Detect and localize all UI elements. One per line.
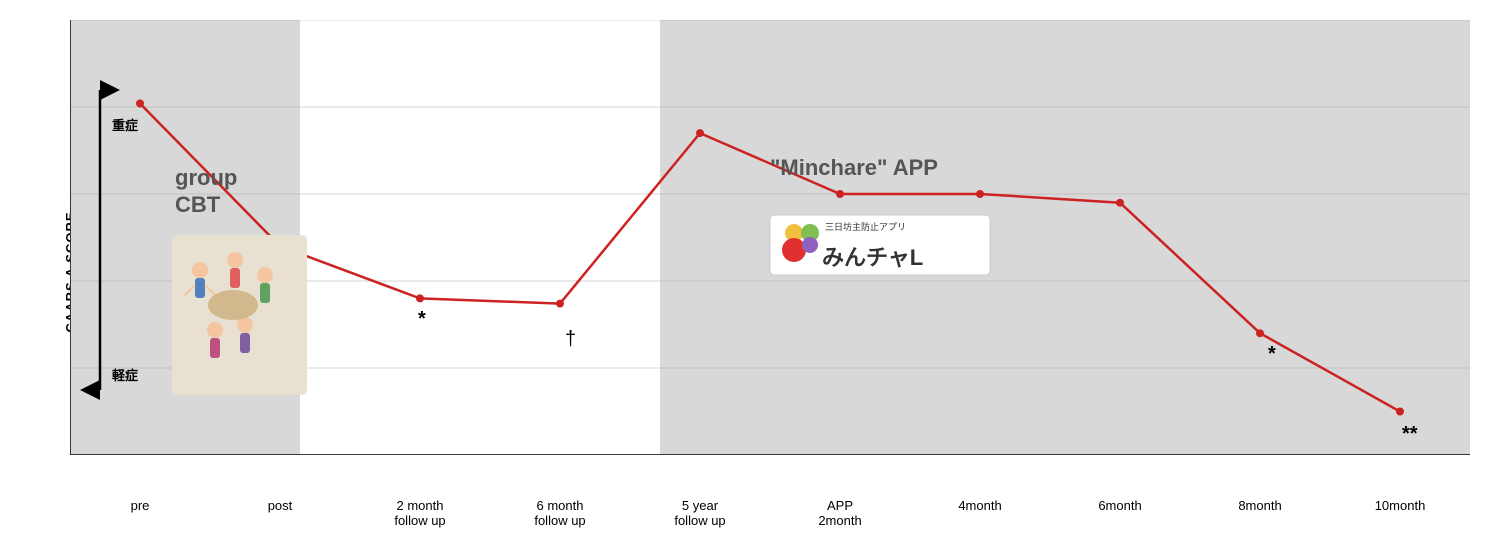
datapoint-3 [556,300,564,308]
x-label-app2month: APP2month [770,498,910,529]
chart-svg: 85 80 75 70 65 60 [70,20,1470,455]
svg-text:軽症: 軽症 [112,368,138,383]
double-asterisk-10month: ** [1402,423,1418,445]
x-label-pre: pre [70,498,210,529]
x-label-6month: 6 monthfollow up [490,498,630,529]
datapoint-0 [136,100,144,108]
datapoint-6 [976,190,984,198]
svg-text:三日坊主防止アプリ: 三日坊主防止アプリ [825,221,906,232]
x-label-10month: 10month [1330,498,1470,529]
datapoint-9 [1396,408,1404,416]
asterisk-2month: * [418,308,426,330]
minchare-app-label: "Minchare" APP [770,155,938,180]
dagger-6month: † [565,328,576,350]
x-label-8month: 8month [1190,498,1330,529]
datapoint-4 [696,129,704,137]
asterisk-8month: * [1268,343,1276,365]
datapoint-7 [1116,199,1124,207]
svg-text:重症: 重症 [112,118,138,133]
x-label-6monthapp: 6month [1050,498,1190,529]
group-cbt-label: group [175,165,237,190]
x-label-5year: 5 yearfollow up [630,498,770,529]
x-label-4month: 4month [910,498,1050,529]
svg-text:みんチャL: みんチャL [822,245,923,270]
x-label-post: post [210,498,350,529]
x-label-2month: 2 monthfollow up [350,498,490,529]
datapoint-5 [836,190,844,198]
chart-container: CAARS A SCORE 85 80 75 70 65 60 [0,0,1500,544]
datapoint-2 [416,294,424,302]
x-axis-labels: pre post 2 monthfollow up 6 monthfollow … [70,498,1470,529]
datapoint-8 [1256,329,1264,337]
group-cbt-label2: CBT [175,192,221,217]
